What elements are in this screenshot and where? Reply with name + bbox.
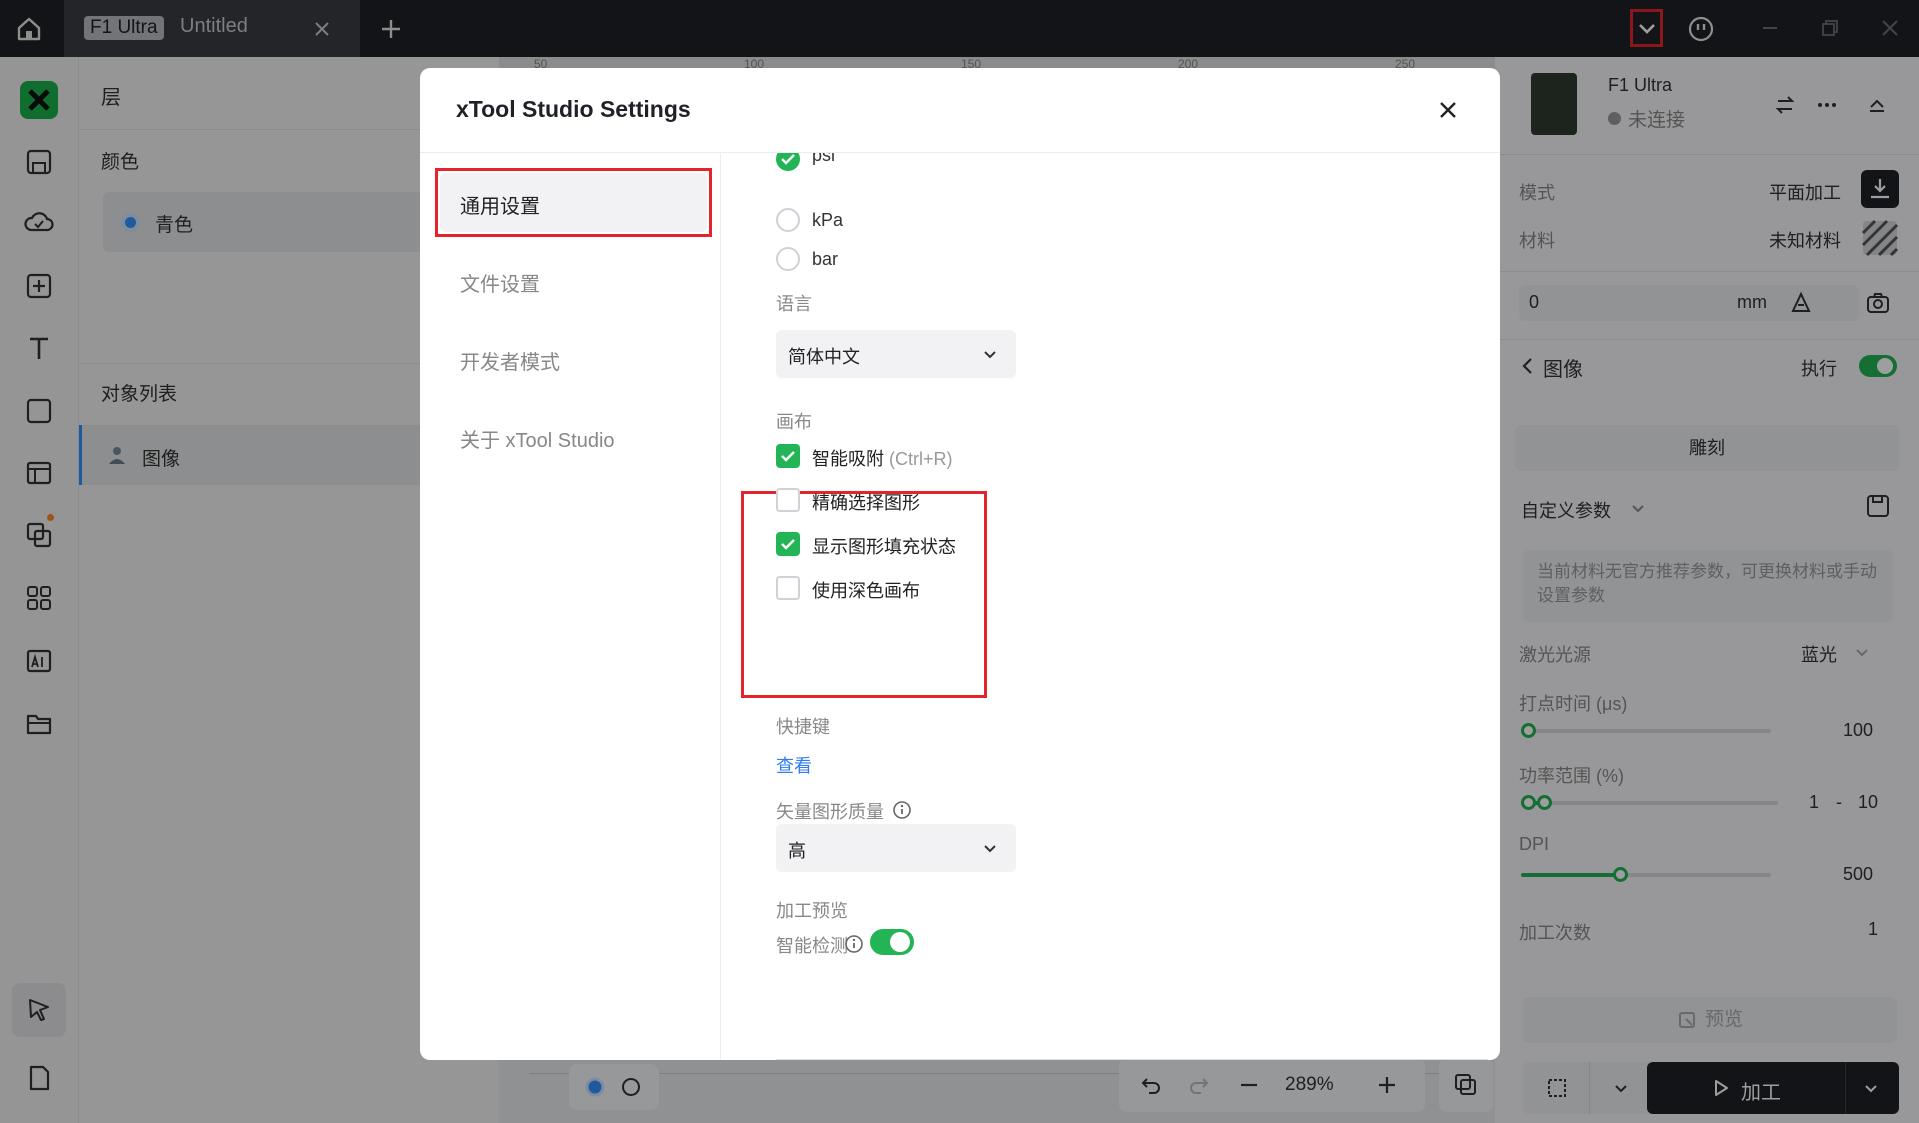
- toggle-knob: [890, 932, 910, 952]
- nav-developer-mode[interactable]: 开发者模式: [460, 346, 560, 375]
- vector-quality-value: 高: [788, 841, 806, 861]
- smart-snap-shortcut: (Ctrl+R): [889, 449, 953, 469]
- nav-about[interactable]: 关于 xTool Studio: [460, 424, 615, 453]
- smart-snap-label: 智能吸附 (Ctrl+R): [812, 445, 953, 471]
- radio-bar-label: bar: [812, 249, 839, 269]
- shortcuts-label: 快捷键: [776, 717, 830, 737]
- checkbox-smart-snap[interactable]: [776, 444, 800, 468]
- chevron-down-icon: [980, 344, 1000, 364]
- vector-quality-select[interactable]: 高: [776, 824, 1016, 872]
- show-fill-label: 显示图形填充状态: [812, 537, 956, 557]
- info-icon[interactable]: [844, 934, 864, 954]
- chevron-down-icon: [980, 838, 1000, 858]
- smart-snap-text: 智能吸附: [812, 449, 884, 469]
- language-value: 简体中文: [788, 347, 860, 367]
- nav-file-settings[interactable]: 文件设置: [460, 268, 540, 297]
- checkbox-show-fill[interactable]: [776, 532, 800, 556]
- process-preview-label: 加工预览: [776, 901, 848, 921]
- radio-kpa-label: kPa: [812, 210, 844, 230]
- settings-dialog: xTool Studio Settings 通用设置 文件设置 开发者模式 关于…: [420, 68, 1500, 1060]
- precise-select-label: 精确选择图形: [812, 493, 920, 513]
- canvas-label: 画布: [776, 412, 812, 432]
- smart-detect-toggle[interactable]: [870, 929, 914, 955]
- smart-detect-label: 智能检测: [776, 936, 848, 956]
- nav-general-label[interactable]: 通用设置: [460, 190, 540, 219]
- divider: [776, 1059, 1488, 1060]
- radio-psi[interactable]: [776, 153, 800, 171]
- vector-quality-label: 矢量图形质量: [776, 802, 884, 822]
- language-label: 语言: [776, 294, 812, 314]
- radio-psi-label: psi: [812, 153, 836, 165]
- radio-bar[interactable]: [776, 247, 800, 271]
- info-icon[interactable]: [892, 800, 912, 820]
- language-select[interactable]: 简体中文: [776, 330, 1016, 378]
- close-icon[interactable]: [1434, 96, 1462, 124]
- checkbox-dark-canvas[interactable]: [776, 576, 800, 600]
- dialog-title: xTool Studio Settings: [456, 96, 691, 122]
- dark-canvas-label: 使用深色画布: [812, 581, 920, 601]
- radio-kpa[interactable]: [776, 208, 800, 232]
- settings-content[interactable]: psi kPa bar 语言 简体中文 画布 智能吸附 (Ctrl+R) 精确选…: [720, 153, 1500, 1060]
- view-shortcuts-link[interactable]: 查看: [776, 752, 812, 778]
- checkbox-precise-select[interactable]: [776, 488, 800, 512]
